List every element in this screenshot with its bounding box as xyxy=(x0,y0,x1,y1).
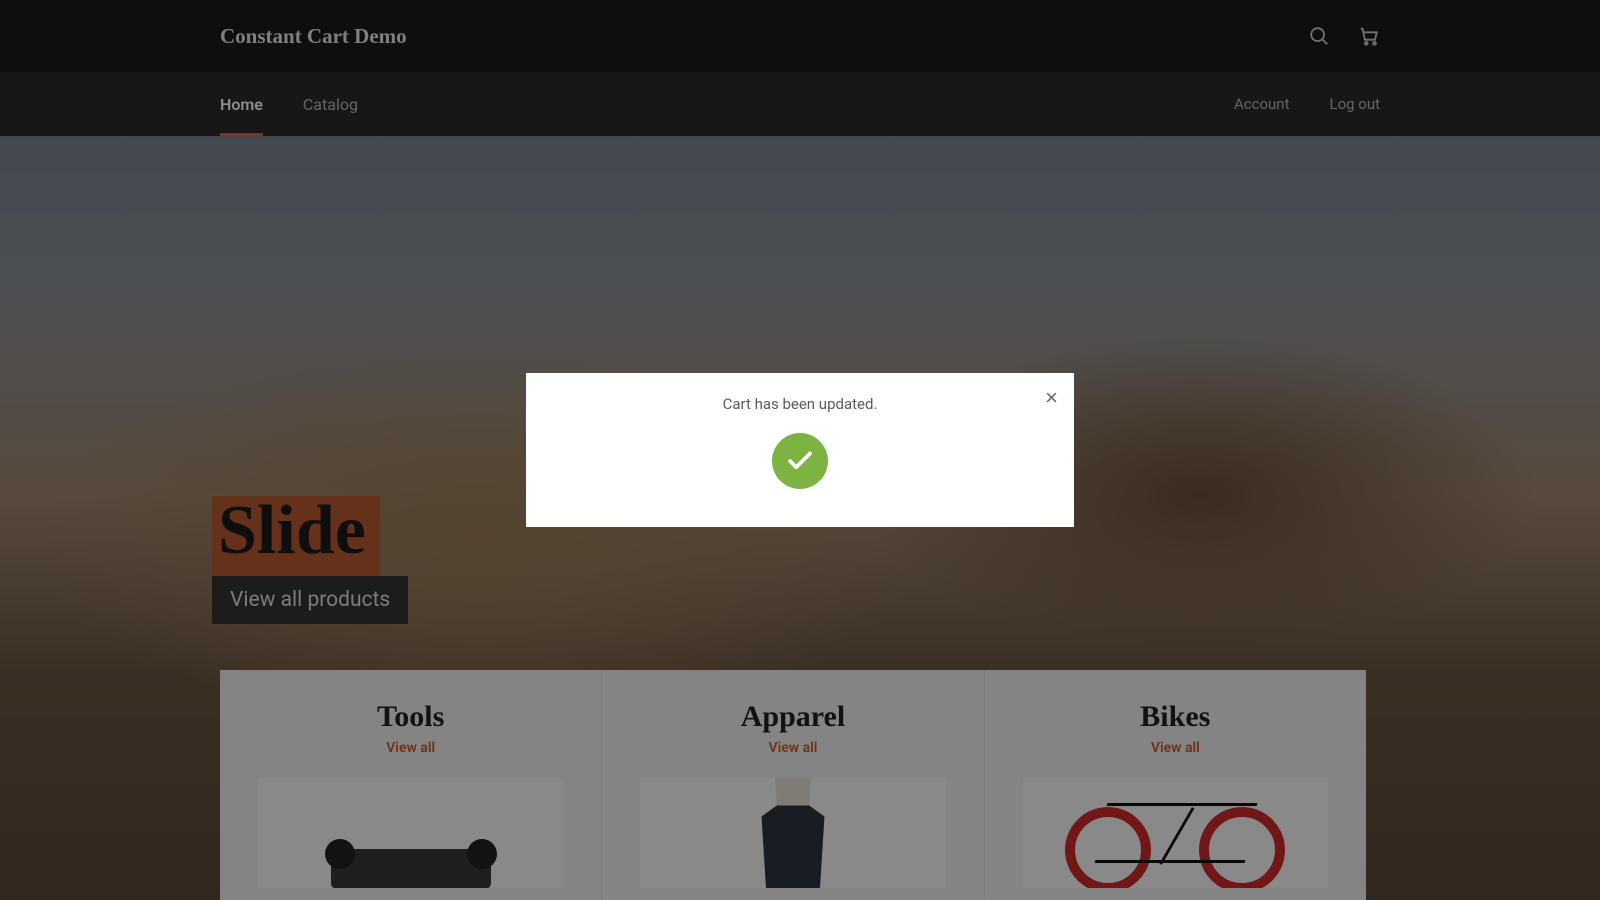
modal-message: Cart has been updated. xyxy=(723,395,878,413)
cart-updated-modal: × Cart has been updated. xyxy=(526,373,1074,527)
modal-backdrop[interactable]: × Cart has been updated. xyxy=(0,0,1600,900)
success-check-icon xyxy=(772,433,828,489)
close-icon[interactable]: × xyxy=(1045,387,1058,409)
